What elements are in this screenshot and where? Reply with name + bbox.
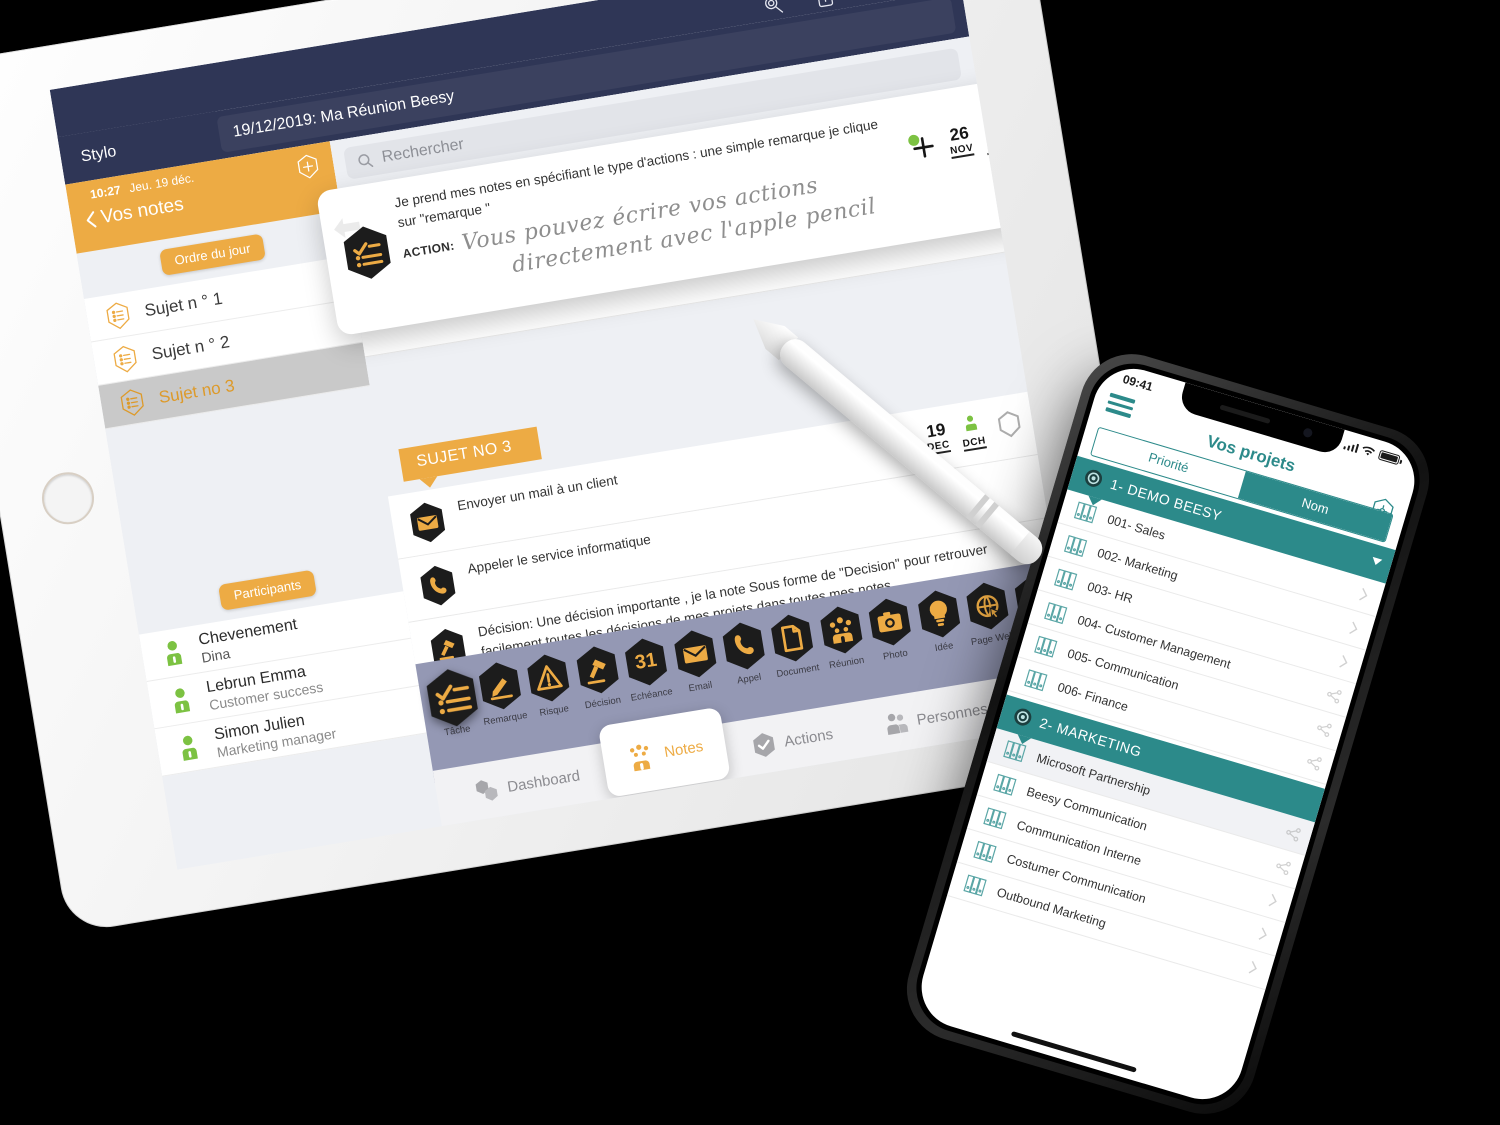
- document-icon: [771, 614, 814, 662]
- home-indicator[interactable]: [1010, 1030, 1137, 1073]
- binders-icon: [1034, 635, 1058, 658]
- person-icon: [166, 640, 183, 666]
- share-icon[interactable]: [1324, 685, 1344, 705]
- tab-dashboard[interactable]: Dashboard: [447, 758, 608, 809]
- decision-icon: [576, 646, 619, 694]
- group-target-icon: [1085, 469, 1103, 487]
- battery-icon: [1377, 449, 1401, 466]
- group-target-icon: [1014, 708, 1032, 726]
- participants-chip[interactable]: Participants: [218, 569, 317, 611]
- tab-label: Personnes: [915, 700, 989, 729]
- webpage-icon: [966, 582, 1009, 630]
- status-hex-button[interactable]: [994, 408, 1025, 445]
- share-icon[interactable]: [1283, 823, 1303, 843]
- person-icon: [174, 687, 191, 713]
- chevron-right-icon[interactable]: [1334, 652, 1354, 672]
- chevron-right-icon[interactable]: [1354, 585, 1374, 605]
- phone-icon: [722, 622, 765, 670]
- dashboard-icon: [475, 780, 498, 801]
- tablet-main-content: Rechercher SUJET N ° 1 Je prend mes note…: [315, 36, 1081, 827]
- list-hex-icon: [113, 345, 137, 373]
- subject-label: Sujet n ° 2: [150, 331, 231, 364]
- speaker: [1219, 404, 1271, 424]
- mail-icon: [410, 502, 446, 543]
- back-label: Vos notes: [99, 193, 186, 229]
- add-hex-icon[interactable]: [294, 152, 323, 181]
- binders-icon: [973, 840, 997, 863]
- tool-tache[interactable]: Tâche: [423, 665, 483, 740]
- mail-icon: [674, 630, 716, 678]
- due-date-badge[interactable]: 26 NOV: [946, 123, 975, 159]
- search-placeholder: Rechercher: [380, 135, 466, 166]
- share-icon[interactable]: [1314, 719, 1334, 739]
- share-icon[interactable]: [811, 0, 839, 11]
- agenda-chip[interactable]: Ordre du jour: [158, 233, 267, 276]
- subject-label: Sujet no 3: [157, 375, 236, 407]
- chevron-down-icon[interactable]: [1370, 557, 1383, 567]
- phone-clock: 09:41: [1121, 371, 1155, 395]
- binders-icon: [993, 773, 1017, 796]
- chevron-right-icon[interactable]: [1253, 924, 1273, 944]
- tablet-screen: 24 % S: [49, 0, 1082, 870]
- assignee-badge[interactable]: DCH: [958, 412, 987, 452]
- due-day: 26: [948, 123, 971, 145]
- sidebar-clock: 10:27: [89, 182, 122, 202]
- add-assignee-button[interactable]: [907, 132, 938, 162]
- sidebar-date: Jeu. 19 déc.: [128, 170, 196, 196]
- phone-icon: [420, 565, 456, 606]
- camera-icon: [869, 598, 911, 646]
- binders-icon: [1044, 601, 1068, 624]
- binders-icon: [983, 807, 1007, 830]
- wifi-icon: [1362, 446, 1376, 455]
- tab-label: Actions: [782, 725, 835, 751]
- list-hex-icon: [120, 388, 144, 416]
- hexagon-icon: [997, 410, 1021, 437]
- search-icon[interactable]: [760, 0, 788, 20]
- binders-icon: [963, 874, 987, 897]
- chevron-right-icon[interactable]: [1263, 891, 1283, 911]
- deadline-icon: 31: [625, 638, 668, 686]
- signal-icon: [1342, 440, 1360, 453]
- action-card-icon-col: [334, 218, 396, 284]
- actions-icon: [752, 733, 775, 757]
- person-icon: [182, 735, 198, 761]
- task-icon: [426, 669, 478, 727]
- assignee-initials: DCH: [961, 435, 987, 450]
- due-month: NOV: [949, 142, 975, 158]
- tab-label: Dashboard: [506, 766, 582, 796]
- screenshot-stage: 24 % S: [0, 0, 1500, 1125]
- share-icon[interactable]: [1273, 857, 1293, 877]
- chevron-right-icon[interactable]: [1243, 958, 1263, 978]
- binders-icon: [1054, 568, 1078, 591]
- binders-icon: [1024, 669, 1048, 692]
- svg-text:31: 31: [634, 649, 659, 674]
- people-icon: [887, 713, 909, 735]
- front-camera: [1302, 427, 1314, 439]
- action-label: ACTION:: [401, 238, 456, 261]
- binders-icon: [1064, 534, 1088, 557]
- reply-arrow-icon: [334, 218, 361, 238]
- idea-icon: [917, 590, 960, 638]
- search-icon: [358, 154, 374, 167]
- section-tag-2[interactable]: SUJET NO 3: [398, 426, 543, 482]
- chevron-right-icon[interactable]: [1344, 618, 1364, 638]
- due-day: 19: [925, 419, 947, 442]
- tab-actions[interactable]: Actions: [724, 717, 861, 764]
- share-icon[interactable]: [1304, 752, 1324, 772]
- person-icon: [966, 415, 978, 432]
- meeting-icon: [820, 606, 863, 654]
- tab-label: Notes: [662, 737, 705, 761]
- subject-label: Sujet n ° 1: [143, 288, 224, 320]
- notes-icon: [630, 744, 651, 772]
- risk-icon: [527, 654, 570, 702]
- chevron-left-icon: [86, 211, 97, 228]
- list-hex-icon: [106, 301, 130, 329]
